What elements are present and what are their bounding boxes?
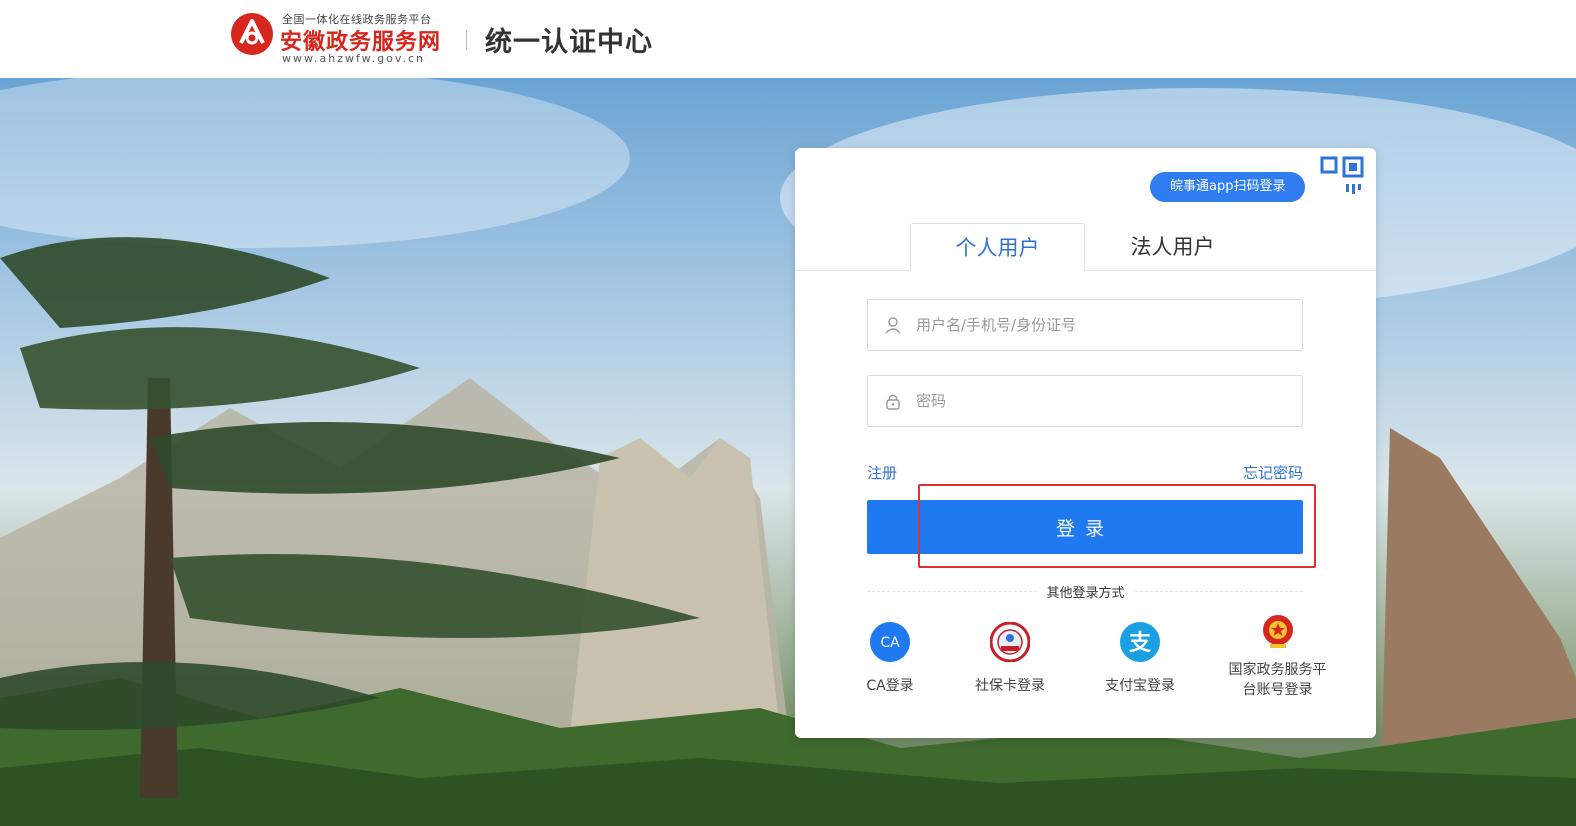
page-title: 统一认证中心	[485, 27, 653, 58]
logo-icon	[231, 13, 273, 55]
social-security-login-option[interactable]: 社保卡登录	[970, 621, 1050, 696]
login-button[interactable]: 登录	[867, 500, 1303, 554]
ca-icon: CA	[870, 622, 910, 662]
alipay-login-option[interactable]: 支 支付宝登录	[1100, 622, 1180, 696]
username-field	[867, 299, 1303, 351]
social-security-card-icon	[989, 621, 1031, 663]
ca-login-label: CA登录	[866, 678, 914, 694]
social-security-login-label: 社保卡登录	[975, 678, 1045, 694]
alipay-icon-text: 支	[1129, 631, 1152, 656]
ca-login-option[interactable]: CA CA登录	[860, 622, 920, 696]
tab-personal-user[interactable]: 个人用户	[910, 223, 1085, 271]
logo-url: www.ahzwfw.gov.cn	[282, 52, 426, 65]
top-header: 全国一体化在线政务服务平台 安徽政务服务网 www.ahzwfw.gov.cn …	[0, 0, 1576, 78]
username-input[interactable]	[916, 300, 1296, 350]
alipay-icon: 支	[1120, 622, 1160, 662]
other-login-title: 其他登录方式	[1046, 586, 1125, 601]
password-input[interactable]	[916, 376, 1296, 426]
national-platform-login-option[interactable]: 国家政务服务平台账号登录	[1225, 615, 1330, 700]
register-link[interactable]: 注册	[867, 462, 897, 483]
lock-icon	[886, 394, 900, 410]
forgot-password-link[interactable]: 忘记密码	[1243, 462, 1303, 483]
tab-legal-person[interactable]: 法人用户	[1085, 223, 1260, 271]
national-emblem-icon	[1262, 615, 1293, 648]
qr-code-icon[interactable]	[1316, 154, 1368, 206]
header-divider	[466, 30, 467, 50]
ca-icon-text: CA	[880, 635, 900, 651]
scan-login-badge[interactable]: 皖事通app扫码登录	[1150, 172, 1306, 202]
user-icon	[885, 317, 901, 334]
alipay-login-label: 支付宝登录	[1105, 678, 1175, 694]
login-card: 皖事通app扫码登录 个人用户 法人用户 注册 忘记密码 登录 其他登录方式 C…	[795, 148, 1376, 738]
national-platform-login-label: 国家政务服务平台账号登录	[1228, 662, 1327, 698]
password-field	[867, 375, 1303, 427]
